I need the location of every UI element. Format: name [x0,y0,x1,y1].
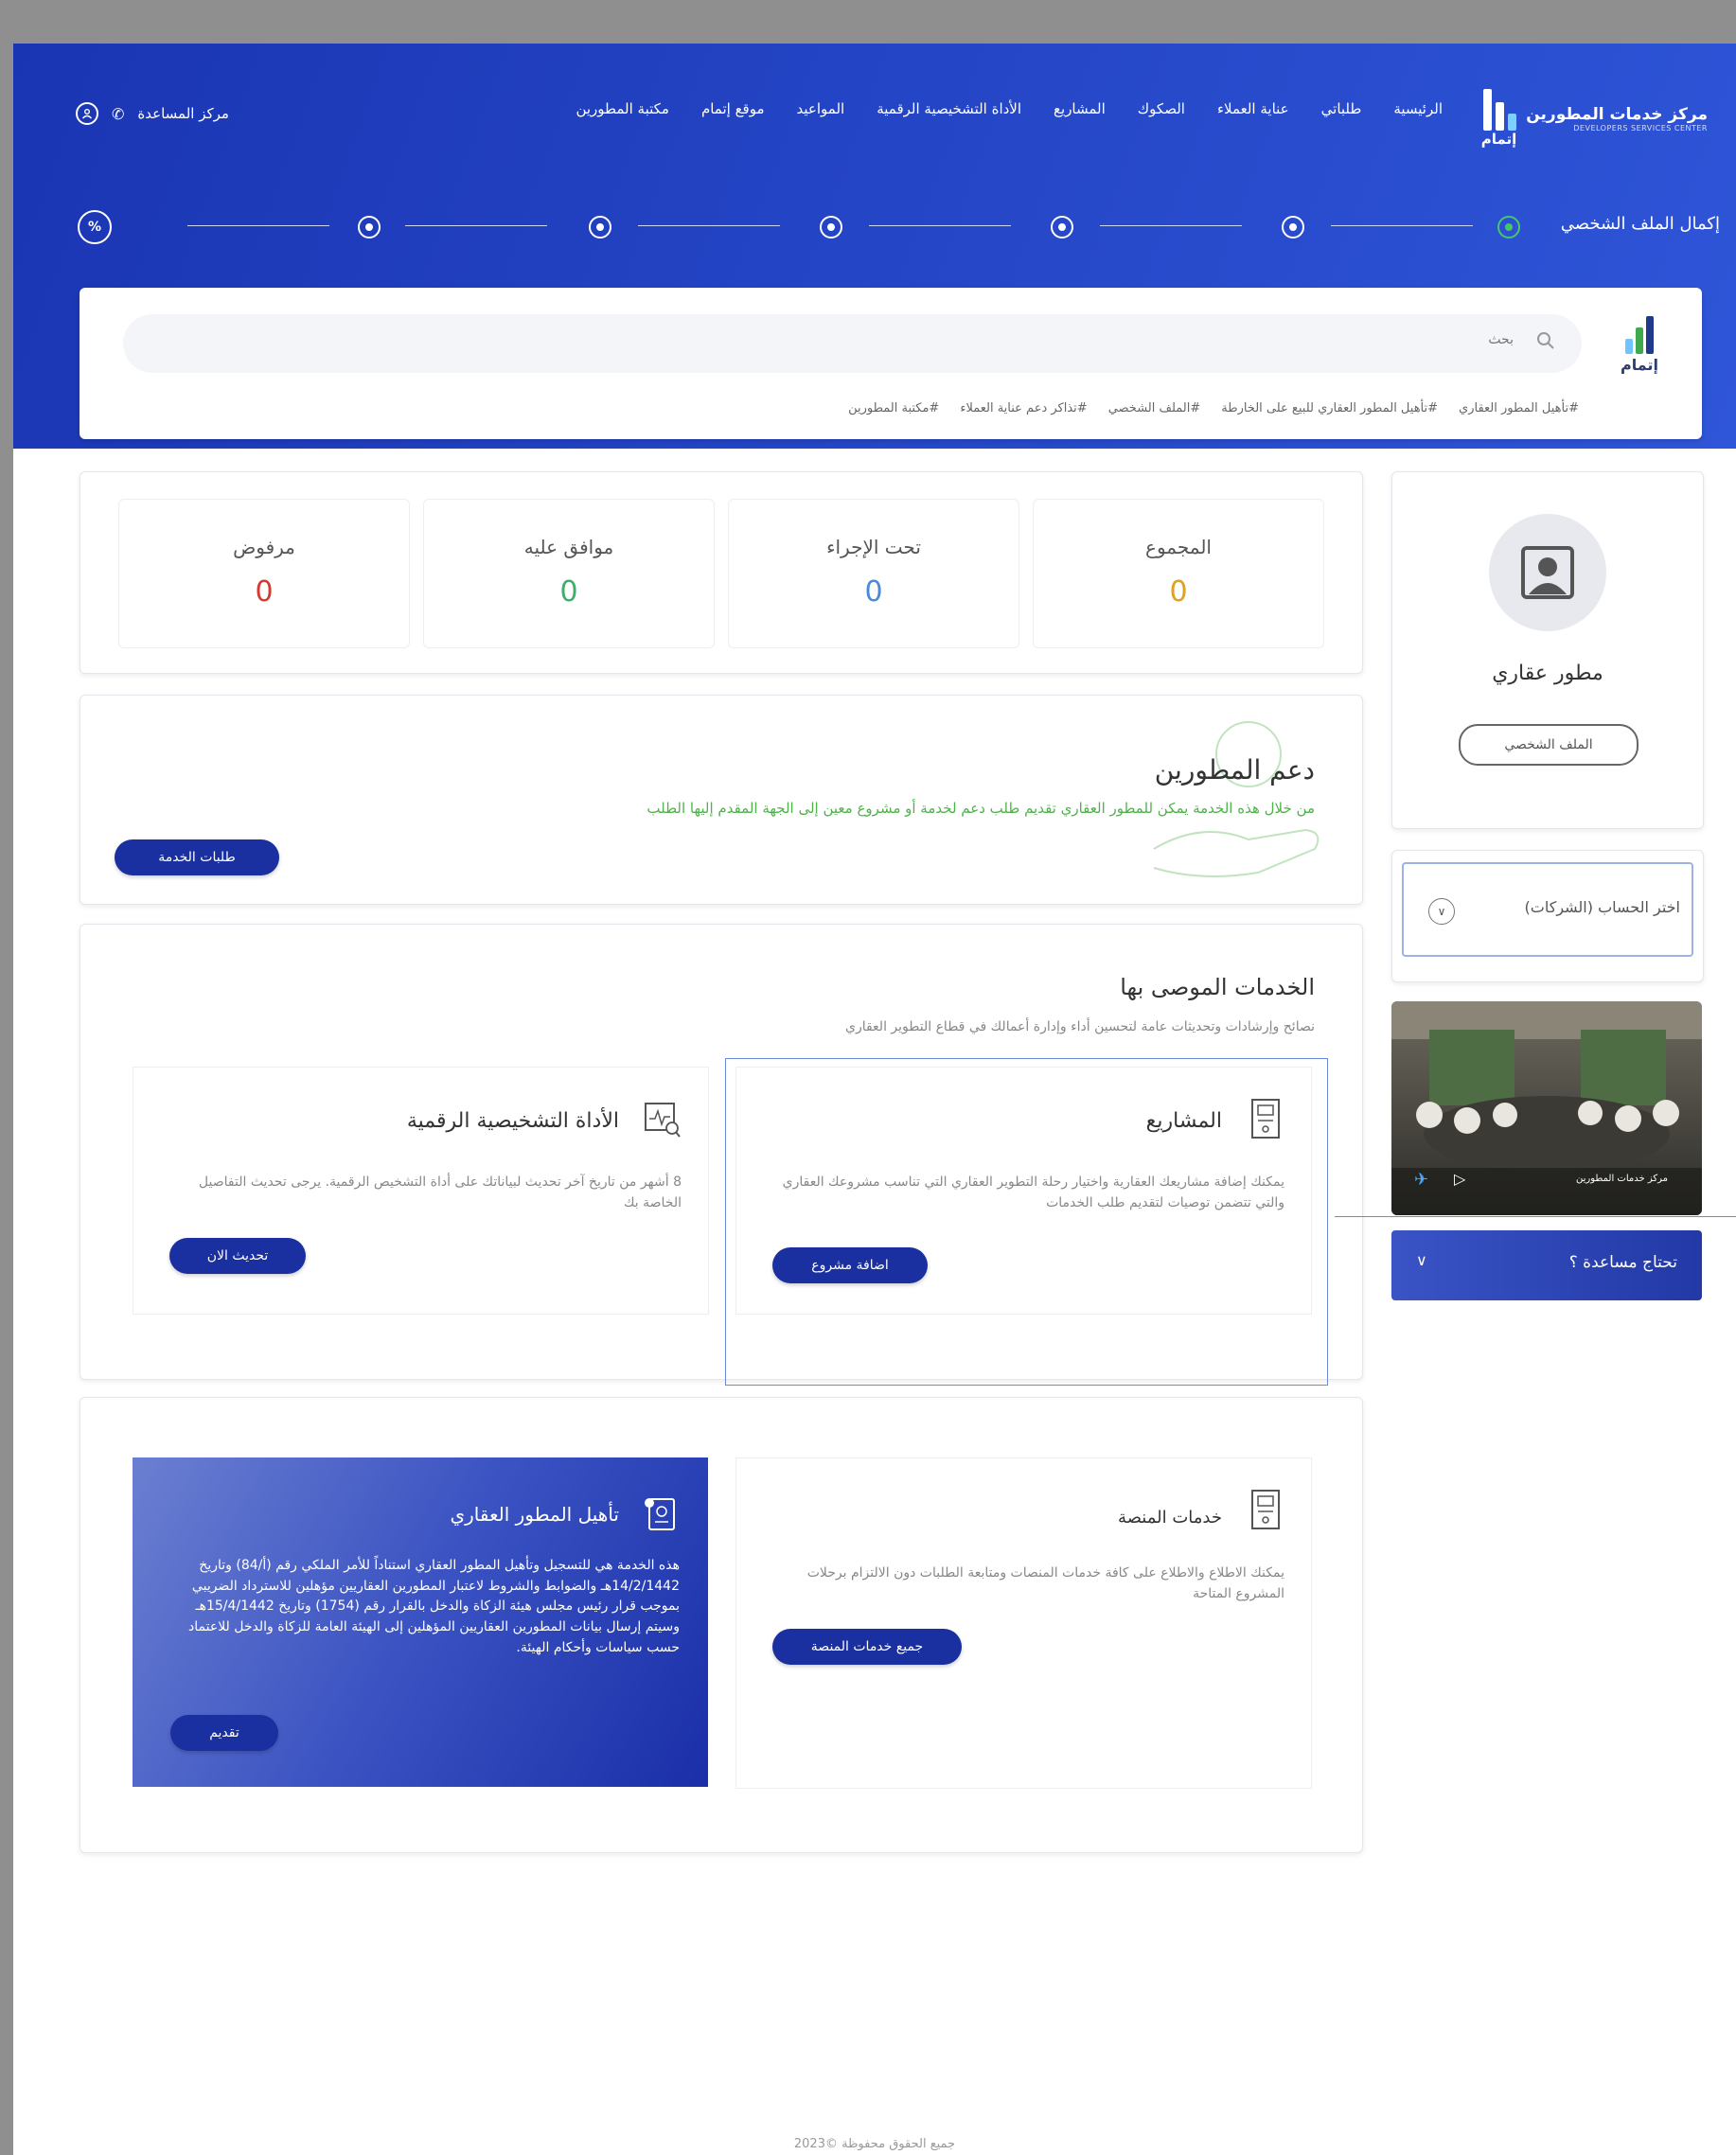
progress-step [358,216,381,238]
profile-name: مطور عقاري [1492,662,1603,685]
meeting-photo[interactable]: ✈ ▷ مركز خدمات المطورين [1391,1001,1702,1215]
nav-deeds[interactable]: الصكوك [1138,100,1185,117]
stat-in-progress: تحت الإجراء 0 [728,499,1019,648]
tag-link[interactable]: #مكتبة المطورين [848,401,939,415]
apply-button[interactable]: تقديم [170,1715,278,1751]
selection-connector [1335,1216,1736,1217]
tag-link[interactable]: #تأهيل المطور العقاري للبيع على الخارطة [1221,401,1438,415]
brand-logo[interactable]: مركز خدمات المطورين DEVELOPERS SERVICES … [1481,89,1708,148]
avatar [1489,514,1606,631]
app-frame: مركز خدمات المطورين DEVELOPERS SERVICES … [13,44,1736,2155]
progress-step [820,216,842,238]
nav-appointments[interactable]: المواعيد [797,100,845,117]
profile-card: مطور عقاري الملف الشخصي [1391,471,1704,829]
nav-requests[interactable]: طلباتي [1321,100,1362,117]
nav-diagnostic-tool[interactable]: الأداة التشخيصية الرقمية [877,100,1021,117]
photo-caption: مركز خدمات المطورين [1576,1174,1668,1184]
stat-value: 0 [864,575,883,609]
percent-icon: % [78,210,112,244]
help-center-label: مركز المساعدة [137,105,229,122]
stat-label: تحت الإجراء [826,536,921,558]
service-requests-button[interactable]: طلبات الخدمة [115,839,279,875]
progress-step [1282,216,1304,238]
stat-label: مرفوض [233,536,295,558]
chevron-down-icon[interactable]: ∨ [1428,898,1455,925]
search-card: إتمام #تأهيل المطور العقاري #تأهيل المطو… [80,288,1702,439]
stat-rejected: مرفوض 0 [118,499,410,648]
tag-link[interactable]: #تأهيل المطور العقاري [1459,401,1579,415]
update-now-button[interactable]: تحديث الان [169,1238,306,1274]
progress-step [1051,216,1073,238]
phone-icon: ✆ [112,104,125,123]
search-tags: #تأهيل المطور العقاري #تأهيل المطور العق… [848,401,1579,415]
progress-step-active [1497,216,1520,238]
profile-button[interactable]: الملف الشخصي [1459,724,1639,766]
footer-copyright: جميع الحقوق محفوظة ©2023 [793,2137,956,2151]
chevron-down-icon[interactable]: ∨ [1416,1251,1427,1269]
stat-value: 0 [1169,575,1188,609]
nav-projects[interactable]: المشاريع [1054,100,1106,117]
requests-stats-card: المجموع 0 تحت الإجراء 0 موافق عليه 0 مرف… [80,471,1363,674]
platform-services-card: خدمات المنصة يمكنك الاطلاع والاطلاع على … [80,1397,1363,1853]
nav-customer-care[interactable]: عناية العملاء [1217,100,1289,117]
twitter-icon[interactable]: ✈ [1414,1170,1428,1190]
stat-value: 0 [255,575,274,609]
logo-bars-icon [1621,316,1658,354]
selection-highlight [725,1058,1328,1386]
tag-link[interactable]: #تذاكر دعم عناية العملاء [960,401,1087,415]
recommended-title: الخدمات الموصى بها [1120,974,1315,1000]
service-title: خدمات المنصة [1118,1508,1222,1528]
stat-value: 0 [559,575,578,609]
developer-qualification-banner: تأهيل المطور العقاري هذه الخدمة هي للتسج… [133,1457,708,1787]
document-icon [1251,1490,1280,1529]
search-icon[interactable] [1536,331,1555,350]
qualification-icon [645,1498,675,1530]
top-nav: الرئيسية طلباتي عناية العملاء الصكوك الم… [543,100,1443,117]
tag-link[interactable]: #الملف الشخصي [1108,401,1201,415]
brand-name-en: DEVELOPERS SERVICES CENTER [1573,123,1708,132]
qualification-description: هذه الخدمة هي للتسجيل وتأهيل المطور العق… [188,1558,680,1655]
stat-label: المجموع [1145,536,1212,558]
nav-etmam-site[interactable]: موقع إتمام [701,100,765,117]
profile-progress: % إكمال الملف الشخصي [78,210,1720,244]
account-select-label: اختر الحساب (الشركات) [1524,898,1680,916]
etmam-logo: إتمام [1621,316,1658,374]
nav-home[interactable]: الرئيسية [1393,100,1443,117]
help-center-link[interactable]: ✆ مركز المساعدة [76,102,229,125]
service-diagnostic-tool: الأداة التشخيصية الرقمية 8 أشهر من تاريخ… [133,1067,709,1315]
recommended-subtitle: نصائح وإرشادات وتحديثات عامة لتحسين أداء… [844,1019,1315,1034]
search-input[interactable] [186,331,1515,348]
share-icon[interactable]: ▷ [1454,1170,1465,1188]
developers-support-card: دعم المطورين من خلال هذه الخدمة يمكن للم… [80,695,1363,905]
all-platform-services-button[interactable]: جميع خدمات المنصة [772,1629,962,1665]
need-help-bar[interactable]: تحتاج مساعدة ؟ ∨ [1391,1230,1702,1300]
user-icon[interactable] [76,102,98,125]
stat-total: المجموع 0 [1033,499,1324,648]
service-description: 8 أشهر من تاريخ آخر تحديث لبياناتك على أ… [198,1175,682,1211]
support-description: من خلال هذه الخدمة يمكن للمطور العقاري ت… [647,800,1315,817]
brand-name: مركز خدمات المطورين [1526,104,1708,124]
service-description: يمكنك الاطلاع والاطلاع على كافة خدمات ال… [806,1565,1284,1602]
logo-bars-icon [1481,89,1517,131]
hero-header: مركز خدمات المطورين DEVELOPERS SERVICES … [13,44,1736,449]
search-bar[interactable] [123,314,1582,373]
service-title: الأداة التشخيصية الرقمية [406,1109,619,1133]
stat-label: موافق عليه [523,536,614,558]
qualification-title: تأهيل المطور العقاري [450,1503,619,1526]
service-platform: خدمات المنصة يمكنك الاطلاع والاطلاع على … [735,1457,1312,1789]
stat-approved: موافق عليه 0 [423,499,715,648]
user-avatar-icon [1521,546,1574,599]
account-select[interactable]: اختر الحساب (الشركات) ∨ [1402,862,1693,957]
account-selector-card: اختر الحساب (الشركات) ∨ [1391,850,1704,982]
brand-short: إتمام [1480,131,1517,148]
progress-step [589,216,611,238]
nav-developers-library[interactable]: مكتبة المطورين [576,100,668,117]
need-help-label: تحتاج مساعدة ؟ [1568,1253,1677,1272]
progress-title: إكمال الملف الشخصي [1560,214,1720,234]
support-title: دعم المطورين [1154,754,1315,786]
diagnostic-icon [645,1103,681,1138]
logo-text: إتمام [1621,356,1658,374]
